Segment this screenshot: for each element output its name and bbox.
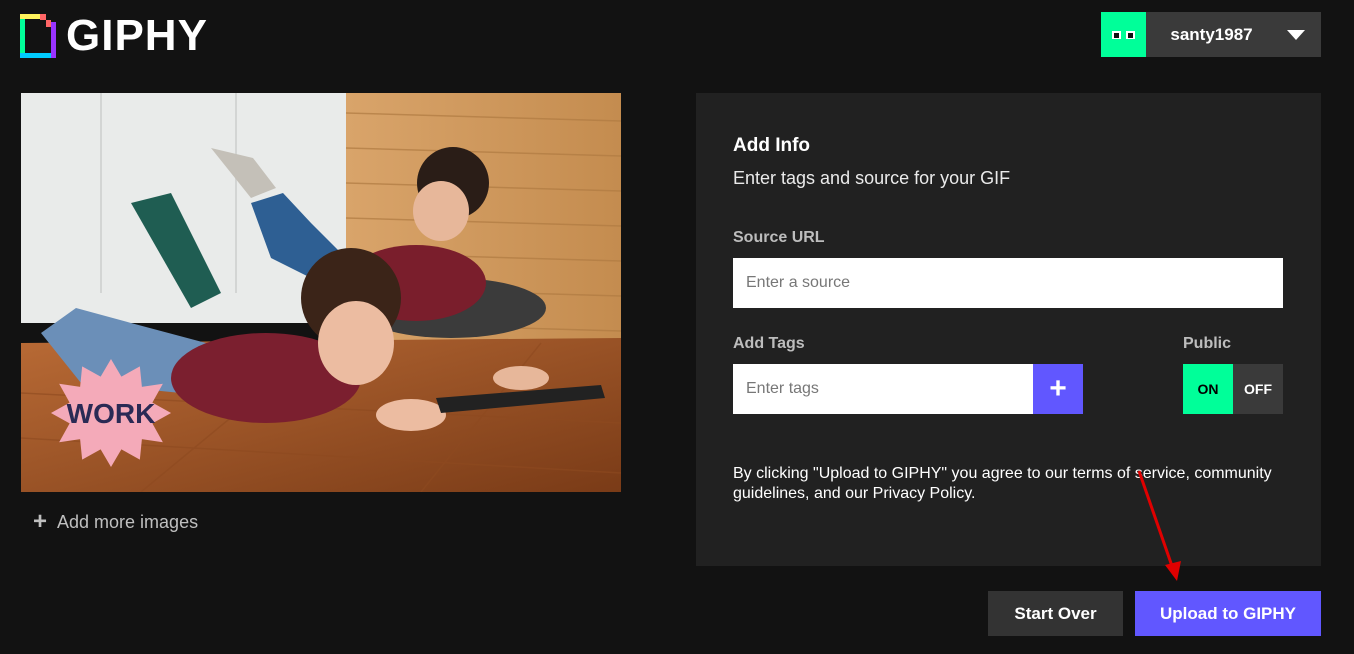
work-sticker: WORK [67, 398, 156, 429]
giphy-logo[interactable]: GIPHY [20, 14, 208, 58]
public-label: Public [1183, 335, 1232, 352]
add-more-images-label: Add more images [57, 511, 199, 532]
upload-to-giphy-button[interactable]: Upload to GIPHY [1135, 591, 1321, 636]
gif-preview: WORK [21, 93, 621, 492]
add-tag-button[interactable]: + [1033, 364, 1083, 414]
panel-title: Add Info [733, 135, 811, 156]
avatar [1101, 12, 1146, 57]
plus-icon: + [33, 508, 48, 535]
add-more-images-button[interactable]: + Add more images [33, 510, 198, 534]
chevron-down-icon[interactable] [1287, 29, 1305, 40]
start-over-button[interactable]: Start Over [988, 591, 1123, 636]
public-on-option[interactable]: ON [1183, 364, 1233, 414]
panel-subtitle: Enter tags and source for your GIF [733, 168, 1011, 188]
plus-icon: + [1049, 372, 1067, 405]
username: santy1987 [1170, 24, 1253, 44]
logo-wordmark: GIPHY [66, 11, 208, 60]
add-info-panel: Add Info Enter tags and source for your … [696, 93, 1321, 566]
source-url-input[interactable] [733, 258, 1283, 308]
source-url-label: Source URL [733, 229, 825, 246]
public-off-option[interactable]: OFF [1233, 364, 1283, 414]
terms-text: By clicking "Upload to GIPHY" you agree … [733, 465, 1272, 502]
tags-input[interactable] [733, 364, 1033, 414]
user-menu[interactable]: santy1987 [1101, 12, 1321, 57]
googly-eyes-icon [1111, 30, 1135, 39]
public-toggle[interactable]: ON OFF [1183, 364, 1283, 414]
giphy-logo-icon [20, 14, 56, 58]
add-tags-label: Add Tags [733, 335, 805, 352]
